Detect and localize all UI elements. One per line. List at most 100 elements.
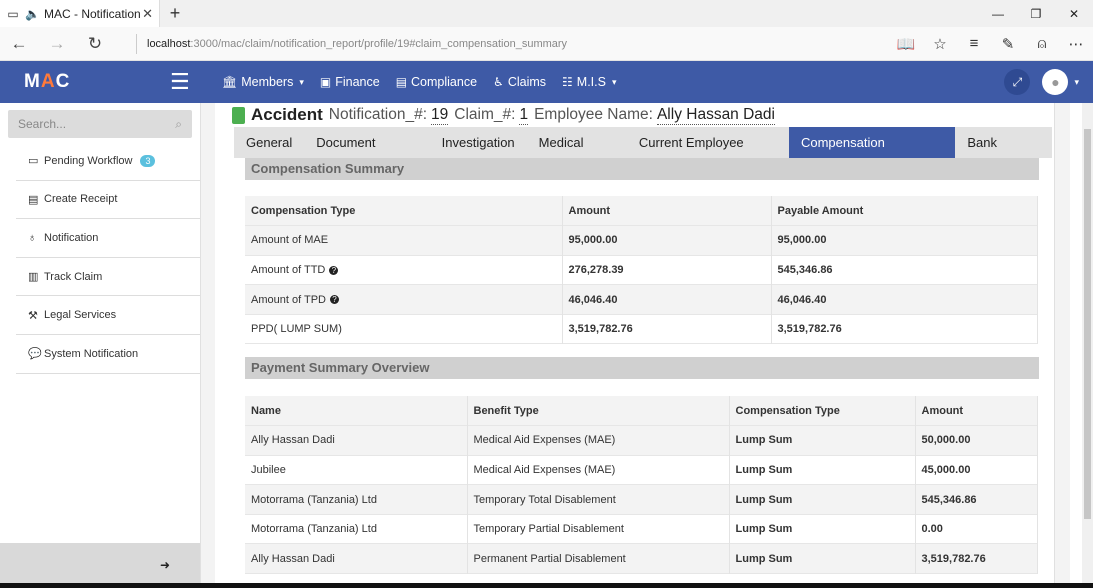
new-tab-button[interactable]: + <box>160 3 190 24</box>
compensation-type-cell: Amount of MAE <box>245 225 563 256</box>
tab-compensation-summary[interactable]: Compensation Summary <box>788 127 956 181</box>
sidebar-search-input[interactable]: Search... ⌕ <box>8 110 192 138</box>
list-icon: ☷ <box>562 75 573 89</box>
inbox-icon: ▭ <box>28 155 39 168</box>
name-cell: Ally Hassan Dadi <box>245 425 468 456</box>
browser-tab[interactable]: ▭ 🔈 MAC - Notification ✕ <box>0 0 160 27</box>
table-row: Amount of TPD? 46,046.40 46,046.40 <box>245 284 1038 315</box>
payable-amount-cell: 545,346.86 <box>771 255 1038 285</box>
gavel-icon: ⚒ <box>28 309 38 322</box>
menu-claims[interactable]: ♿ Claims <box>493 75 546 89</box>
tab-bank-details[interactable]: Bank Details <box>955 127 1052 181</box>
compensation-type-cell: Lump Sum <box>729 514 916 544</box>
favorite-star-icon[interactable]: ☆ <box>923 35 957 53</box>
logout-icon[interactable]: ➜ <box>160 558 170 572</box>
compensation-table: Compensation Type Amount Payable Amount … <box>245 196 1038 344</box>
claim-label: Claim_#: <box>454 106 516 123</box>
profile-tabs: General Document Centre Investigation Me… <box>234 127 1052 181</box>
bank-icon: 🏛 <box>222 75 238 89</box>
pending-count-badge: 3 <box>140 154 156 167</box>
scrollbar-thumb[interactable] <box>1084 129 1091 519</box>
browser-titlebar: ▭ 🔈 MAC - Notification ✕ + — ❐ ✕ <box>0 0 1093 27</box>
page-icon: ▭ <box>7 6 19 21</box>
column-header: Amount <box>562 196 772 226</box>
refresh-icon[interactable]: ↻ <box>76 34 114 54</box>
menu-mis[interactable]: ☷ M.I.S ▾ <box>562 75 616 89</box>
forward-arrow-icon[interactable]: → <box>38 34 76 54</box>
employee-label: Employee Name: <box>534 106 653 123</box>
payment-summary-heading: Payment Summary Overview <box>245 357 1039 379</box>
url-host: localhost <box>147 37 191 50</box>
user-avatar[interactable]: ● <box>1042 69 1069 95</box>
compensation-type-cell: PPD( LUMP SUM) <box>245 314 563 344</box>
sidebar-footer: ➜ <box>0 543 200 588</box>
stethoscope-icon: ♁ <box>28 231 37 244</box>
column-header: Amount <box>915 396 1038 426</box>
amount-cell: 0.00 <box>915 514 1038 544</box>
compensation-summary-heading: Compensation Summary <box>245 158 1039 180</box>
help-icon[interactable]: ? <box>330 295 339 305</box>
hub-icon[interactable]: ≡ <box>957 35 991 53</box>
maximize-button[interactable]: ❐ <box>1017 7 1055 21</box>
back-arrow-icon[interactable]: ← <box>0 34 38 54</box>
sidebar-item-legal-services[interactable]: ⚒ Legal Services <box>16 296 200 335</box>
benefit-type-cell: Medical Aid Expenses (MAE) <box>467 425 730 456</box>
tab-investigation[interactable]: Investigation <box>430 127 527 158</box>
status-indicator <box>232 106 245 124</box>
name-cell: Jubilee <box>245 455 468 485</box>
table-row: Motorrama (Tanzania) Ltd Temporary Parti… <box>245 514 1038 544</box>
menu-finance[interactable]: ▣ Finance <box>320 75 380 89</box>
hamburger-menu-icon[interactable]: ☰ <box>170 69 200 95</box>
compensation-type-cell: Lump Sum <box>729 455 916 485</box>
employee-name: Ally Hassan Dadi <box>656 105 775 125</box>
help-icon[interactable]: ? <box>329 265 339 275</box>
notification-label: Notification_#: <box>328 106 428 123</box>
chart-icon: ▥ <box>28 271 39 284</box>
menu-compliance[interactable]: ▤ Compliance <box>396 75 477 89</box>
table-row: Amount of TTD? 276,278.39 545,346.86 <box>245 255 1038 285</box>
web-note-icon[interactable]: ✎ <box>991 35 1025 53</box>
sidebar-item-system-notification[interactable]: 💬 System Notification <box>16 335 200 374</box>
more-icon[interactable]: ⋯ <box>1059 35 1093 53</box>
reading-view-icon[interactable]: 📖 <box>889 35 923 53</box>
tab-medical-care[interactable]: Medical Care <box>527 127 627 181</box>
page-scrollbar[interactable] <box>1082 103 1093 588</box>
fullscreen-icon[interactable]: ⤢ <box>1004 69 1031 95</box>
page-title: Accident Notification_#: 19 Claim_#: 1 E… <box>232 103 1052 127</box>
sidebar-item-notification[interactable]: ♁ Notification <box>16 219 200 258</box>
main-content: Accident Notification_#: 19 Claim_#: 1 E… <box>232 103 1052 574</box>
table-row: Ally Hassan Dadi Medical Aid Expenses (M… <box>245 425 1038 456</box>
amount-cell: 3,519,782.76 <box>562 314 772 344</box>
sidebar-item-create-receipt[interactable]: ▤ Create Receipt <box>16 181 200 220</box>
close-tab-icon[interactable]: ✕ <box>142 6 153 22</box>
name-cell: Motorrama (Tanzania) Ltd <box>245 484 468 515</box>
url-field[interactable]: localhost:3000/mac/claim/notification_re… <box>136 33 876 54</box>
name-cell: Ally Hassan Dadi <box>245 543 468 574</box>
tab-general[interactable]: General <box>234 127 304 158</box>
compensation-type-cell: Amount of TTD? <box>245 255 563 285</box>
minimize-button[interactable]: — <box>979 7 1017 21</box>
sidebar-item-pending-workflow[interactable]: ▭ Pending Workflow 3 <box>16 142 200 181</box>
close-window-button[interactable]: ✕ <box>1055 7 1093 21</box>
menu-members[interactable]: 🏛 Members ▾ <box>222 75 304 89</box>
column-header: Compensation Type <box>729 396 916 426</box>
tab-document-centre[interactable]: Document Centre <box>304 127 429 181</box>
tab-current-employee-state[interactable]: Current Employee State <box>627 127 789 181</box>
table-row: Jubilee Medical Aid Expenses (MAE) Lump … <box>245 455 1038 485</box>
share-icon[interactable]: ⍝ <box>1025 35 1059 53</box>
comments-icon: 💬 <box>28 348 42 361</box>
search-icon[interactable]: ⌕ <box>175 117 182 132</box>
speaker-icon[interactable]: 🔈 <box>25 7 40 21</box>
sidebar-item-label: Legal Services <box>44 309 117 322</box>
table-row: Amount of MAE 95,000.00 95,000.00 <box>245 225 1038 256</box>
user-menu-caret-icon[interactable]: ▾ <box>1074 77 1079 88</box>
search-placeholder: Search... <box>18 117 67 131</box>
table-header-row: Compensation Type Amount Payable Amount <box>245 196 1038 226</box>
content-left-gutter <box>200 103 215 588</box>
benefit-type-cell: Temporary Partial Disablement <box>467 514 730 544</box>
table-header-row: Name Benefit Type Compensation Type Amou… <box>245 396 1038 426</box>
app-header: MAC ☰ 🏛 Members ▾ ▣ Finance ▤ Compliance ♿ Cl… <box>0 61 1093 103</box>
column-header: Payable Amount <box>771 196 1038 226</box>
claim-number: 1 <box>519 105 529 125</box>
sidebar-item-track-claim[interactable]: ▥ Track Claim <box>16 258 200 297</box>
